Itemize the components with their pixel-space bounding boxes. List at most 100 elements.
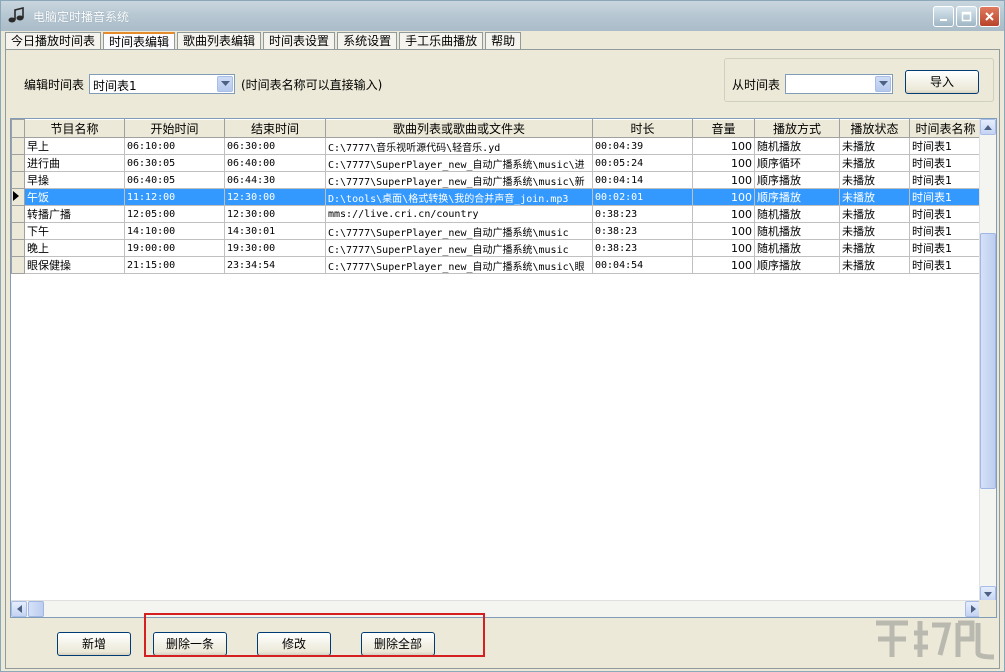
title-bar[interactable]: 电脑定时播音系统 (1, 1, 1004, 31)
table-cell[interactable]: C:\7777\SuperPlayer_new_自动广播系统\music\新 (326, 172, 593, 189)
row-indicator[interactable] (12, 223, 25, 240)
column-header[interactable]: 结束时间 (225, 120, 326, 138)
table-row[interactable]: 进行曲06:30:0506:40:00C:\7777\SuperPlayer_n… (12, 155, 982, 172)
table-row[interactable]: 早操06:40:0506:44:30C:\7777\SuperPlayer_ne… (12, 172, 982, 189)
table-cell[interactable]: 00:05:24 (593, 155, 693, 172)
column-header[interactable]: 播放方式 (755, 120, 840, 138)
table-cell[interactable]: 06:44:30 (225, 172, 326, 189)
table-cell[interactable]: 00:04:14 (593, 172, 693, 189)
table-cell[interactable]: 23:34:54 (225, 257, 326, 274)
schedule-grid[interactable]: 节目名称 开始时间 结束时间 歌曲列表或歌曲或文件夹 时长 音量 播放方式 播放… (10, 118, 997, 618)
add-button[interactable]: 新增 (57, 632, 131, 656)
column-header[interactable]: 节目名称 (25, 120, 125, 138)
table-cell[interactable]: 时间表1 (910, 257, 982, 274)
table-cell[interactable]: 顺序循环 (755, 155, 840, 172)
table-cell[interactable]: C:\7777\SuperPlayer_new_自动广播系统\music (326, 223, 593, 240)
dropdown-arrow-icon[interactable] (875, 76, 891, 92)
scroll-left-icon[interactable] (11, 601, 27, 617)
table-row[interactable]: 眼保健操21:15:0023:34:54C:\7777\SuperPlayer_… (12, 257, 982, 274)
from-schedule-select[interactable] (785, 74, 893, 94)
table-cell[interactable]: 进行曲 (25, 155, 125, 172)
table-cell[interactable]: 06:40:05 (125, 172, 225, 189)
table-cell[interactable]: 未播放 (840, 206, 910, 223)
column-header[interactable]: 开始时间 (125, 120, 225, 138)
table-cell[interactable]: 14:10:00 (125, 223, 225, 240)
table-row[interactable]: 午饭11:12:0012:30:00D:\tools\桌面\格式转换\我的合并声… (12, 189, 982, 206)
table-cell[interactable]: 00:02:01 (593, 189, 693, 206)
table-cell[interactable]: 时间表1 (910, 206, 982, 223)
table-cell[interactable]: 眼保健操 (25, 257, 125, 274)
table-cell[interactable]: 未播放 (840, 155, 910, 172)
table-cell[interactable]: 随机播放 (755, 206, 840, 223)
table-cell[interactable]: C:\7777\音乐视听源代码\轻音乐.yd (326, 138, 593, 155)
minimize-button[interactable] (933, 6, 954, 27)
column-header[interactable]: 播放状态 (840, 120, 910, 138)
table-cell[interactable]: 00:04:39 (593, 138, 693, 155)
row-indicator[interactable] (12, 138, 25, 155)
table-cell[interactable]: 下午 (25, 223, 125, 240)
table-cell[interactable]: 12:30:00 (225, 189, 326, 206)
table-cell[interactable]: 100 (693, 223, 755, 240)
table-row[interactable]: 转播广播12:05:0012:30:00mms://live.cri.cn/co… (12, 206, 982, 223)
table-cell[interactable]: 顺序播放 (755, 257, 840, 274)
column-header[interactable]: 时间表名称 (910, 120, 982, 138)
tab-schedule-edit[interactable]: 时间表编辑 (103, 32, 175, 50)
table-cell[interactable]: 时间表1 (910, 172, 982, 189)
table-cell[interactable]: 顺序播放 (755, 189, 840, 206)
table-cell[interactable]: C:\7777\SuperPlayer_new_自动广播系统\music (326, 240, 593, 257)
table-cell[interactable]: 未播放 (840, 172, 910, 189)
row-indicator[interactable] (12, 257, 25, 274)
table-cell[interactable]: 06:40:00 (225, 155, 326, 172)
row-indicator[interactable] (12, 206, 25, 223)
table-cell[interactable]: 时间表1 (910, 189, 982, 206)
schedule-select[interactable]: 时间表1 (89, 74, 235, 94)
table-cell[interactable]: 时间表1 (910, 155, 982, 172)
table-cell[interactable]: 100 (693, 172, 755, 189)
table-cell[interactable]: 100 (693, 240, 755, 257)
table-cell[interactable]: 00:04:54 (593, 257, 693, 274)
tab-today-schedule[interactable]: 今日播放时间表 (5, 32, 101, 49)
column-header[interactable]: 时长 (593, 120, 693, 138)
table-cell[interactable]: 早操 (25, 172, 125, 189)
table-cell[interactable]: 随机播放 (755, 138, 840, 155)
table-cell[interactable]: 100 (693, 138, 755, 155)
table-cell[interactable]: 转播广播 (25, 206, 125, 223)
table-cell[interactable]: C:\7777\SuperPlayer_new_自动广播系统\music\眼 (326, 257, 593, 274)
import-button[interactable]: 导入 (905, 70, 979, 94)
table-cell[interactable]: 06:30:00 (225, 138, 326, 155)
table-cell[interactable]: 21:15:00 (125, 257, 225, 274)
table-cell[interactable]: mms://live.cri.cn/country (326, 206, 593, 223)
column-header[interactable]: 音量 (693, 120, 755, 138)
dropdown-arrow-icon[interactable] (217, 76, 233, 92)
table-cell[interactable]: 早上 (25, 138, 125, 155)
table-row[interactable]: 下午14:10:0014:30:01C:\7777\SuperPlayer_ne… (12, 223, 982, 240)
table-cell[interactable]: 晚上 (25, 240, 125, 257)
row-indicator[interactable] (12, 172, 25, 189)
table-cell[interactable]: 12:30:00 (225, 206, 326, 223)
row-indicator[interactable] (12, 240, 25, 257)
table-cell[interactable]: C:\7777\SuperPlayer_new_自动广播系统\music\进 (326, 155, 593, 172)
maximize-button[interactable] (956, 6, 977, 27)
scroll-up-icon[interactable] (980, 119, 996, 135)
tab-system-settings[interactable]: 系统设置 (337, 32, 397, 49)
table-cell[interactable]: 14:30:01 (225, 223, 326, 240)
table-cell[interactable]: 100 (693, 206, 755, 223)
table-cell[interactable]: 时间表1 (910, 138, 982, 155)
table-cell[interactable]: 午饭 (25, 189, 125, 206)
table-cell[interactable]: 0:38:23 (593, 206, 693, 223)
horizontal-scroll-thumb[interactable] (28, 601, 44, 617)
table-cell[interactable]: 未播放 (840, 240, 910, 257)
table-cell[interactable]: D:\tools\桌面\格式转换\我的合并声音_join.mp3 (326, 189, 593, 206)
table-row[interactable]: 早上06:10:0006:30:00C:\7777\音乐视听源代码\轻音乐.yd… (12, 138, 982, 155)
table-cell[interactable]: 11:12:00 (125, 189, 225, 206)
row-indicator[interactable] (12, 155, 25, 172)
table-cell[interactable]: 12:05:00 (125, 206, 225, 223)
tab-help[interactable]: 帮助 (485, 32, 521, 49)
table-cell[interactable]: 100 (693, 189, 755, 206)
table-cell[interactable]: 未播放 (840, 138, 910, 155)
table-cell[interactable]: 顺序播放 (755, 172, 840, 189)
row-indicator[interactable] (12, 189, 25, 206)
table-cell[interactable]: 随机播放 (755, 240, 840, 257)
tab-playlist-edit[interactable]: 歌曲列表编辑 (177, 32, 261, 49)
table-cell[interactable]: 随机播放 (755, 223, 840, 240)
